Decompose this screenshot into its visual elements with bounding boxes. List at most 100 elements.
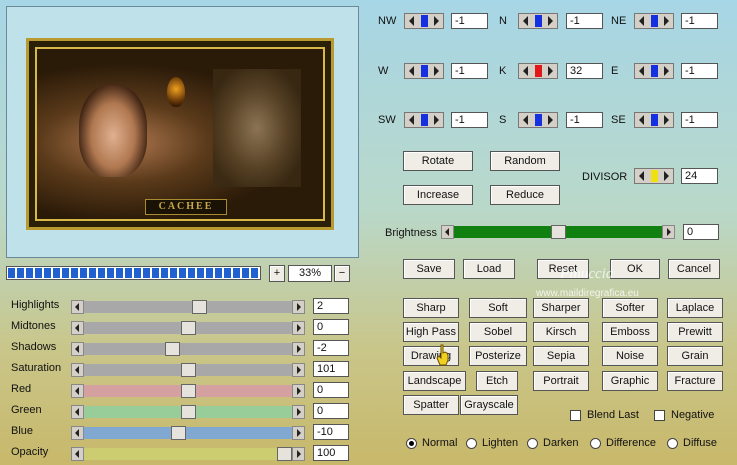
slider-right-arrow-icon[interactable]: [292, 300, 305, 314]
saturation-slider[interactable]: [71, 363, 305, 377]
preset-softer-button[interactable]: Softer: [602, 298, 658, 318]
preset-sharp-button[interactable]: Sharp: [403, 298, 459, 318]
brightness-slider[interactable]: [441, 225, 675, 239]
increase-button[interactable]: Increase: [403, 185, 473, 205]
matrix-e-field[interactable]: -1: [681, 63, 718, 79]
matrix-ne-field[interactable]: -1: [681, 13, 718, 29]
opacity-field[interactable]: 100: [313, 445, 349, 461]
preset-fracture-button[interactable]: Fracture: [667, 371, 723, 391]
decrease-arrow-icon[interactable]: [409, 115, 414, 125]
slider-left-arrow-icon[interactable]: [71, 447, 84, 461]
decrease-arrow-icon[interactable]: [639, 16, 644, 26]
increase-arrow-icon[interactable]: [664, 115, 669, 125]
decrease-arrow-icon[interactable]: [523, 16, 528, 26]
preset-posterize-button[interactable]: Posterize: [469, 346, 527, 366]
increase-arrow-icon[interactable]: [664, 66, 669, 76]
matrix-se-spinner[interactable]: [634, 112, 674, 128]
blend-last-checkbox[interactable]: [570, 410, 581, 421]
highlights-slider[interactable]: [71, 300, 305, 314]
matrix-s-spinner[interactable]: [518, 112, 558, 128]
blend-diffuse-radio[interactable]: [667, 438, 678, 449]
blue-thumb[interactable]: [170, 426, 186, 440]
green-field[interactable]: 0: [313, 403, 349, 419]
decrease-arrow-icon[interactable]: [523, 115, 528, 125]
matrix-k-spinner[interactable]: [518, 63, 558, 79]
preset-soft-button[interactable]: Soft: [469, 298, 527, 318]
blue-slider[interactable]: [71, 426, 305, 440]
midtones-field[interactable]: 0: [313, 319, 349, 335]
save-button[interactable]: Save: [403, 259, 455, 279]
slider-right-arrow-icon[interactable]: [292, 363, 305, 377]
increase-arrow-icon[interactable]: [434, 16, 439, 26]
slider-left-arrow-icon[interactable]: [71, 300, 84, 314]
red-slider[interactable]: [71, 384, 305, 398]
slider-left-arrow-icon[interactable]: [71, 384, 84, 398]
midtones-thumb[interactable]: [180, 321, 196, 335]
matrix-e-spinner[interactable]: [634, 63, 674, 79]
shadows-slider[interactable]: [71, 342, 305, 356]
midtones-slider[interactable]: [71, 321, 305, 335]
preset-noise-button[interactable]: Noise: [602, 346, 658, 366]
matrix-nw-spinner[interactable]: [404, 13, 444, 29]
matrix-nw-field[interactable]: -1: [451, 13, 488, 29]
preset-etch-button[interactable]: Etch: [476, 371, 518, 391]
opacity-slider[interactable]: [71, 447, 305, 461]
shadows-field[interactable]: -2: [313, 340, 349, 356]
preset-laplace-button[interactable]: Laplace: [667, 298, 723, 318]
ok-button[interactable]: OK: [610, 259, 660, 279]
increase-arrow-icon[interactable]: [664, 171, 669, 181]
increase-arrow-icon[interactable]: [548, 66, 553, 76]
cancel-button[interactable]: Cancel: [668, 259, 720, 279]
preset-prewitt-button[interactable]: Prewitt: [667, 322, 723, 342]
slider-left-arrow-icon[interactable]: [71, 363, 84, 377]
divisor-spinner[interactable]: [634, 168, 674, 184]
green-slider[interactable]: [71, 405, 305, 419]
red-thumb[interactable]: [180, 384, 196, 398]
increase-arrow-icon[interactable]: [434, 66, 439, 76]
saturation-thumb[interactable]: [180, 363, 196, 377]
slider-left-arrow-icon[interactable]: [71, 405, 84, 419]
matrix-k-field[interactable]: 32: [566, 63, 603, 79]
matrix-w-spinner[interactable]: [404, 63, 444, 79]
preset-sobel-button[interactable]: Sobel: [469, 322, 527, 342]
preset-graphic-button[interactable]: Graphic: [602, 371, 658, 391]
decrease-arrow-icon[interactable]: [409, 66, 414, 76]
rotate-button[interactable]: Rotate: [403, 151, 473, 171]
increase-arrow-icon[interactable]: [548, 16, 553, 26]
preset-grayscale-button[interactable]: Grayscale: [460, 395, 518, 415]
slider-left-arrow-icon[interactable]: [71, 426, 84, 440]
blend-normal-radio[interactable]: [406, 438, 417, 449]
slider-right-arrow-icon[interactable]: [292, 426, 305, 440]
preset-sepia-button[interactable]: Sepia: [533, 346, 589, 366]
preset-emboss-button[interactable]: Emboss: [602, 322, 658, 342]
decrease-arrow-icon[interactable]: [639, 171, 644, 181]
matrix-n-field[interactable]: -1: [566, 13, 603, 29]
brightness-thumb[interactable]: [550, 225, 566, 239]
preset-spatter-button[interactable]: Spatter: [403, 395, 459, 415]
shadows-thumb[interactable]: [165, 342, 181, 356]
preset-high-pass-button[interactable]: High Pass: [403, 322, 459, 342]
increase-arrow-icon[interactable]: [434, 115, 439, 125]
matrix-n-spinner[interactable]: [518, 13, 558, 29]
matrix-se-field[interactable]: -1: [681, 112, 718, 128]
divisor-field[interactable]: 24: [681, 168, 718, 184]
slider-right-arrow-icon[interactable]: [292, 342, 305, 356]
brightness-field[interactable]: 0: [683, 224, 719, 240]
highlights-field[interactable]: 2: [313, 298, 349, 314]
blend-lighten-radio[interactable]: [466, 438, 477, 449]
preset-sharper-button[interactable]: Sharper: [533, 298, 589, 318]
green-thumb[interactable]: [180, 405, 196, 419]
slider-left-arrow-icon[interactable]: [71, 321, 84, 335]
decrease-arrow-icon[interactable]: [639, 66, 644, 76]
highlights-thumb[interactable]: [192, 300, 208, 314]
reduce-button[interactable]: Reduce: [490, 185, 560, 205]
preset-landscape-button[interactable]: Landscape: [403, 371, 466, 391]
preset-grain-button[interactable]: Grain: [667, 346, 723, 366]
blend-darken-radio[interactable]: [527, 438, 538, 449]
increase-arrow-icon[interactable]: [548, 115, 553, 125]
preset-portrait-button[interactable]: Portrait: [533, 371, 589, 391]
decrease-arrow-icon[interactable]: [639, 115, 644, 125]
matrix-w-field[interactable]: -1: [451, 63, 488, 79]
matrix-s-field[interactable]: -1: [566, 112, 603, 128]
blue-field[interactable]: -10: [313, 424, 349, 440]
